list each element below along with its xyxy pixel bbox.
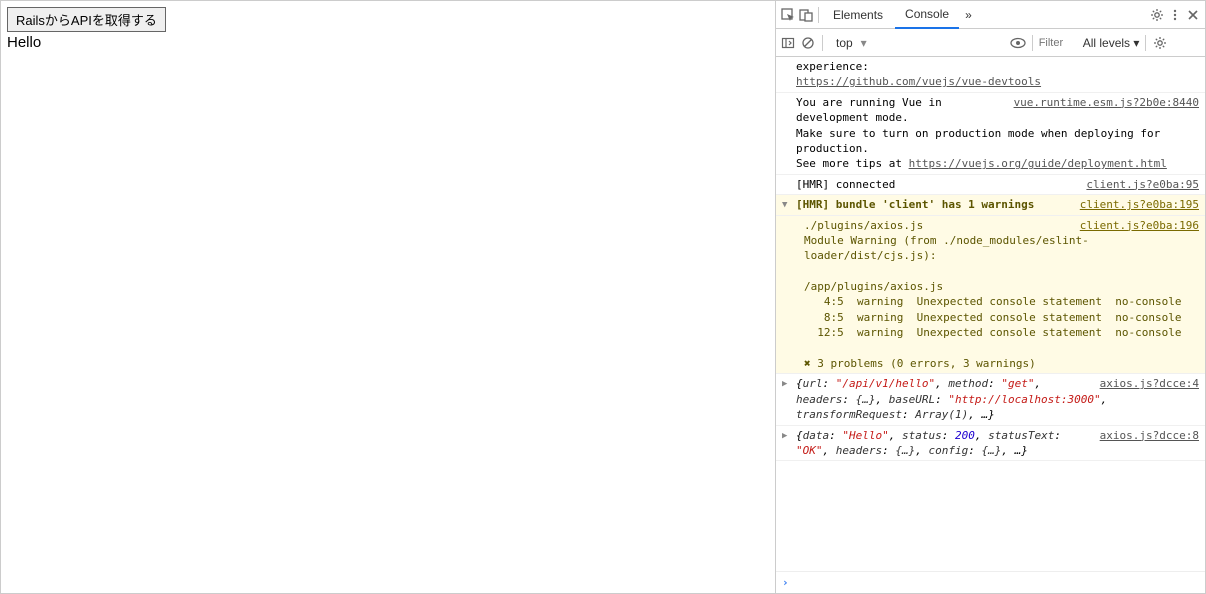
- fetch-api-button[interactable]: RailsからAPIを取得する: [7, 7, 166, 32]
- log-entry-object: ▶ axios.js?dcce:8 {data: "Hello", status…: [776, 426, 1205, 462]
- log-text: development mode.: [796, 111, 909, 124]
- log-entry: vue.runtime.esm.js?2b0e:8440 You are run…: [776, 93, 1205, 175]
- log-object[interactable]: {url: "/api/v1/hello", method: "get", he…: [796, 377, 1107, 421]
- disclosure-triangle-icon[interactable]: ▼: [782, 199, 787, 212]
- log-levels-selector[interactable]: All levels ▾: [1083, 36, 1140, 50]
- clear-console-icon[interactable]: [800, 35, 816, 51]
- device-toggle-icon[interactable]: [798, 7, 814, 23]
- separator: [822, 35, 823, 51]
- devtools-panel: Elements Console » top All levels ▾: [775, 1, 1205, 593]
- log-entry: experience: https://github.com/vuejs/vue…: [776, 57, 1205, 93]
- console-input[interactable]: [795, 576, 1199, 589]
- log-link[interactable]: https://github.com/vuejs/vue-devtools: [796, 75, 1041, 88]
- devtools-tabs: Elements Console »: [776, 1, 1205, 29]
- inspect-element-icon[interactable]: [780, 7, 796, 23]
- log-source-link[interactable]: vue.runtime.esm.js?2b0e:8440: [1014, 95, 1199, 110]
- tab-elements[interactable]: Elements: [823, 2, 893, 28]
- close-icon[interactable]: [1185, 7, 1201, 23]
- log-text: 12:5 warning Unexpected console statemen…: [804, 326, 1182, 339]
- log-text: 8:5 warning Unexpected console statement…: [804, 311, 1182, 324]
- log-source-link[interactable]: client.js?e0ba:196: [1080, 218, 1199, 233]
- disclosure-triangle-icon[interactable]: ▶: [782, 430, 787, 443]
- log-text: Module Warning (from ./node_modules/esli…: [804, 234, 1089, 262]
- log-text: 4:5 warning Unexpected console statement…: [804, 295, 1182, 308]
- disclosure-triangle-icon[interactable]: ▶: [782, 378, 787, 391]
- log-text: experience:: [796, 60, 869, 73]
- log-entry: client.js?e0ba:95 [HMR] connected: [776, 175, 1205, 195]
- app-pane: RailsからAPIを取得する Hello: [1, 1, 775, 593]
- sidebar-toggle-icon[interactable]: [780, 35, 796, 51]
- log-entry-warning-group: ▼ client.js?e0ba:195 [HMR] bundle 'clien…: [776, 195, 1205, 215]
- log-text: Make sure to turn on production mode whe…: [796, 127, 1160, 155]
- log-entry-object: ▶ axios.js?dcce:4 {url: "/api/v1/hello",…: [776, 374, 1205, 425]
- app-output-text: Hello: [7, 34, 769, 51]
- log-text: [HMR] connected: [796, 178, 895, 191]
- separator: [1032, 35, 1033, 51]
- prompt-chevron-icon: ›: [782, 576, 789, 589]
- log-text: /app/plugins/axios.js: [804, 280, 943, 293]
- live-expression-icon[interactable]: [1010, 35, 1026, 51]
- log-text: You are running Vue in: [796, 96, 942, 109]
- console-settings-gear-icon[interactable]: [1152, 35, 1168, 51]
- tab-console[interactable]: Console: [895, 1, 959, 29]
- log-source-link[interactable]: client.js?e0ba:195: [1080, 197, 1199, 212]
- filter-input[interactable]: [1039, 37, 1079, 49]
- log-text: ✖ 3 problems (0 errors, 3 warnings): [804, 357, 1036, 370]
- separator: [818, 7, 819, 23]
- separator: [1145, 35, 1146, 51]
- log-text: [HMR] bundle 'client' has 1 warnings: [796, 198, 1034, 211]
- log-object[interactable]: {data: "Hello", status: 200, statusText:…: [796, 429, 1061, 457]
- gear-icon[interactable]: [1149, 7, 1165, 23]
- context-selector[interactable]: top: [829, 33, 872, 53]
- log-link[interactable]: https://vuejs.org/guide/deployment.html: [909, 157, 1167, 170]
- log-source-link[interactable]: client.js?e0ba:95: [1086, 177, 1199, 192]
- console-output[interactable]: experience: https://github.com/vuejs/vue…: [776, 57, 1205, 571]
- tab-more[interactable]: »: [961, 2, 976, 28]
- log-entry-warning: client.js?e0ba:196 ./plugins/axios.js Mo…: [776, 216, 1205, 375]
- log-source-link[interactable]: axios.js?dcce:8: [1100, 428, 1199, 443]
- log-source-link[interactable]: axios.js?dcce:4: [1100, 376, 1199, 391]
- kebab-menu-icon[interactable]: [1167, 7, 1183, 23]
- log-text: ./plugins/axios.js: [804, 219, 923, 232]
- log-text: See more tips at: [796, 157, 909, 170]
- console-toolbar: top All levels ▾: [776, 29, 1205, 57]
- console-prompt: ›: [776, 571, 1205, 593]
